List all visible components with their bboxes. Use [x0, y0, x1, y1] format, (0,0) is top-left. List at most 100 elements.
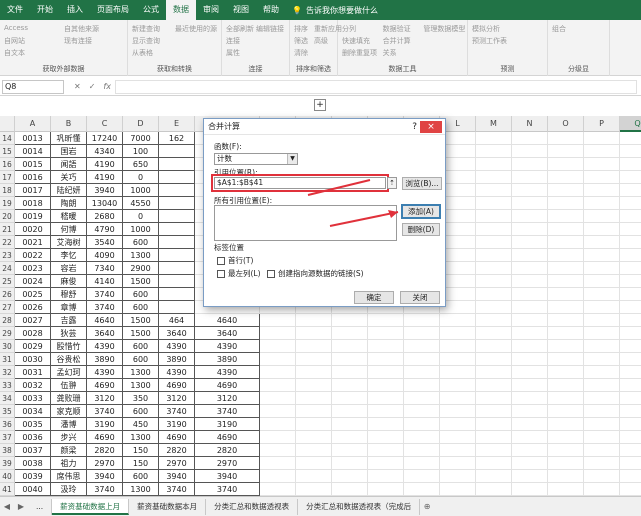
table-cell[interactable] [159, 184, 195, 197]
empty-cell[interactable] [332, 379, 368, 392]
empty-cell[interactable] [620, 132, 641, 145]
table-cell[interactable]: 殴惜竹 [51, 340, 87, 353]
empty-cell[interactable] [476, 132, 512, 145]
table-cell[interactable] [159, 275, 195, 288]
row-header[interactable]: 16 [0, 158, 15, 171]
fx-icon[interactable]: fx [103, 82, 111, 91]
empty-cell[interactable] [584, 314, 620, 327]
row-header[interactable]: 25 [0, 275, 15, 288]
table-cell[interactable]: 2820 [159, 444, 195, 457]
row-header[interactable]: 33 [0, 379, 15, 392]
empty-cell[interactable] [512, 145, 548, 158]
empty-cell[interactable] [548, 340, 584, 353]
empty-cell[interactable] [332, 405, 368, 418]
empty-cell[interactable] [620, 210, 641, 223]
table-cell[interactable]: 2970 [159, 457, 195, 470]
empty-cell[interactable] [620, 236, 641, 249]
table-cell[interactable]: 3940 [195, 470, 260, 483]
empty-cell[interactable] [260, 340, 296, 353]
column-header[interactable]: Q [620, 116, 641, 132]
ribbon-button[interactable]: 属性 [226, 48, 240, 58]
empty-cell[interactable] [584, 405, 620, 418]
add-button[interactable]: 添加(A) [401, 204, 441, 219]
ribbon-tab[interactable]: 帮助 [256, 0, 286, 20]
table-cell[interactable]: 7340 [87, 262, 123, 275]
table-cell[interactable]: 容岩 [51, 262, 87, 275]
table-cell[interactable]: 4640 [87, 314, 123, 327]
ribbon-button[interactable]: 数据验证 [383, 24, 411, 34]
empty-cell[interactable] [368, 392, 404, 405]
empty-cell[interactable] [260, 431, 296, 444]
sheet-tab[interactable]: 分类汇总和数据透视表（完成后 [298, 498, 421, 515]
table-cell[interactable]: 潘博 [51, 418, 87, 431]
close-icon[interactable]: × [420, 121, 442, 133]
empty-cell[interactable] [548, 197, 584, 210]
empty-cell[interactable] [332, 327, 368, 340]
empty-cell[interactable] [620, 470, 641, 483]
empty-cell[interactable] [332, 353, 368, 366]
empty-cell[interactable] [620, 405, 641, 418]
table-cell[interactable]: 闻語 [51, 158, 87, 171]
empty-cell[interactable] [620, 197, 641, 210]
left-column-checkbox[interactable] [217, 269, 225, 278]
empty-cell[interactable] [440, 340, 476, 353]
table-cell[interactable]: 464 [159, 314, 195, 327]
cancel-icon[interactable]: ✕ [74, 82, 81, 91]
row-header[interactable]: 31 [0, 353, 15, 366]
table-cell[interactable]: 0030 [15, 353, 51, 366]
table-cell[interactable]: 嵇暖 [51, 210, 87, 223]
empty-cell[interactable] [440, 444, 476, 457]
ribbon-tab[interactable]: 文件 [0, 0, 30, 20]
empty-cell[interactable] [548, 210, 584, 223]
ribbon-tab[interactable]: 视图 [226, 0, 256, 20]
empty-cell[interactable] [332, 340, 368, 353]
empty-cell[interactable] [404, 444, 440, 457]
empty-cell[interactable] [512, 379, 548, 392]
table-cell[interactable]: 600 [123, 340, 159, 353]
empty-cell[interactable] [512, 405, 548, 418]
table-cell[interactable]: 0021 [15, 236, 51, 249]
ribbon-button[interactable]: 预测工作表 [472, 36, 507, 46]
table-cell[interactable]: 穆舒 [51, 288, 87, 301]
empty-cell[interactable] [260, 418, 296, 431]
table-cell[interactable]: 陶朗 [51, 197, 87, 210]
empty-cell[interactable] [620, 249, 641, 262]
table-cell[interactable]: 0017 [15, 184, 51, 197]
row-header[interactable]: 34 [0, 392, 15, 405]
ribbon-button[interactable]: 合并计算 [383, 36, 411, 46]
table-cell[interactable]: 600 [123, 236, 159, 249]
ribbon-tab[interactable]: 数据 [166, 0, 196, 20]
empty-cell[interactable] [332, 314, 368, 327]
table-cell[interactable]: 3190 [195, 418, 260, 431]
empty-cell[interactable] [296, 314, 332, 327]
empty-cell[interactable] [332, 457, 368, 470]
ribbon-button[interactable]: 关系 [383, 48, 397, 58]
ribbon-button[interactable]: 管理数据模型 [423, 24, 465, 34]
ok-button[interactable]: 确定 [354, 291, 394, 304]
table-cell[interactable]: 何博 [51, 223, 87, 236]
row-header[interactable]: 14 [0, 132, 15, 145]
table-cell[interactable]: 0032 [15, 379, 51, 392]
ribbon-button[interactable]: 排序 [294, 24, 308, 34]
empty-cell[interactable] [620, 392, 641, 405]
table-cell[interactable]: 0037 [15, 444, 51, 457]
empty-cell[interactable] [476, 392, 512, 405]
empty-cell[interactable] [548, 327, 584, 340]
empty-cell[interactable] [296, 353, 332, 366]
empty-cell[interactable] [404, 483, 440, 496]
empty-cell[interactable] [260, 327, 296, 340]
empty-cell[interactable] [512, 418, 548, 431]
empty-cell[interactable] [404, 327, 440, 340]
empty-cell[interactable] [512, 314, 548, 327]
ribbon-button[interactable]: 连接 [226, 36, 240, 46]
empty-cell[interactable] [404, 340, 440, 353]
empty-cell[interactable] [584, 392, 620, 405]
row-header[interactable]: 26 [0, 288, 15, 301]
empty-cell[interactable] [476, 366, 512, 379]
table-cell[interactable] [159, 171, 195, 184]
expand-plus-button[interactable]: + [314, 99, 326, 111]
table-cell[interactable]: 3640 [195, 327, 260, 340]
empty-cell[interactable] [404, 353, 440, 366]
table-cell[interactable]: 步兴 [51, 431, 87, 444]
empty-cell[interactable] [512, 223, 548, 236]
